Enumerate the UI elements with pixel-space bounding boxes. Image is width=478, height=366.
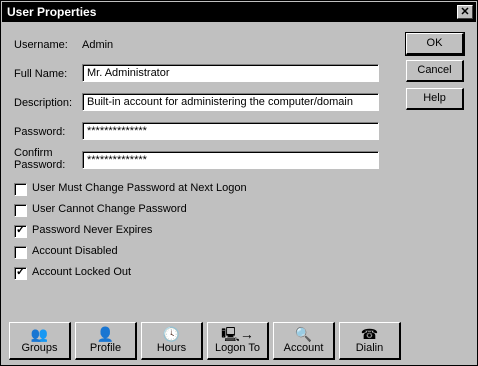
logon-to-icon: 🖳→ bbox=[221, 326, 254, 342]
profile-icon: 👤 bbox=[96, 326, 115, 342]
dialog-title: User Properties bbox=[7, 5, 97, 19]
clock-icon: 🕓 bbox=[162, 326, 181, 342]
checkmark-icon: ✓ bbox=[16, 266, 26, 278]
fullname-label: Full Name: bbox=[14, 68, 68, 80]
account-button-label: Account bbox=[283, 342, 324, 354]
profile-button[interactable]: 👤 Profile bbox=[75, 322, 137, 360]
option-label: Account Disabled bbox=[32, 245, 118, 257]
hours-button[interactable]: 🕓 Hours bbox=[141, 322, 203, 360]
logon-to-button-label: Logon To bbox=[214, 342, 261, 354]
profile-button-label: Profile bbox=[89, 342, 122, 354]
logon-to-button[interactable]: 🖳→ Logon To bbox=[207, 322, 269, 360]
password-value: ************** bbox=[87, 125, 147, 137]
user-properties-dialog: User Properties ✕ Username: Admin Full N… bbox=[0, 0, 478, 366]
username-label: Username: bbox=[14, 39, 68, 51]
confirm-label-line2: Password: bbox=[14, 159, 66, 171]
close-icon: ✕ bbox=[460, 6, 470, 18]
description-label: Description: bbox=[14, 97, 73, 109]
checkbox-account-disabled[interactable] bbox=[14, 246, 27, 259]
cancel-button[interactable]: Cancel bbox=[406, 60, 464, 82]
password-field[interactable]: ************** bbox=[82, 122, 379, 140]
dialin-button-label: Dialin bbox=[355, 342, 384, 354]
title-bar[interactable]: User Properties ✕ bbox=[2, 2, 476, 22]
description-field[interactable]: Built-in account for administering the c… bbox=[82, 93, 379, 111]
ok-button[interactable]: OK bbox=[405, 32, 465, 56]
confirm-password-value: ************** bbox=[87, 154, 147, 166]
description-value: Built-in account for administering the c… bbox=[87, 96, 353, 108]
option-label: User Cannot Change Password bbox=[32, 203, 187, 215]
account-button[interactable]: 🔍 Account bbox=[273, 322, 335, 360]
checkmark-icon: ✓ bbox=[16, 224, 26, 236]
dialin-icon: ☎ bbox=[360, 326, 379, 342]
groups-icon: 👥 bbox=[30, 326, 49, 342]
option-label: User Must Change Password at Next Logon bbox=[32, 182, 247, 194]
confirm-password-field[interactable]: ************** bbox=[82, 151, 379, 169]
help-button[interactable]: Help bbox=[406, 88, 464, 110]
username-value: Admin bbox=[82, 39, 114, 51]
option-label: Account Locked Out bbox=[32, 266, 132, 278]
checkbox-must-change-password[interactable] bbox=[14, 183, 27, 196]
fullname-value: Mr. Administrator bbox=[87, 67, 170, 79]
fullname-field[interactable]: Mr. Administrator bbox=[82, 64, 379, 82]
option-label: Password Never Expires bbox=[32, 224, 153, 236]
password-label: Password: bbox=[14, 126, 66, 138]
dialin-button[interactable]: ☎ Dialin bbox=[339, 322, 401, 360]
close-button[interactable]: ✕ bbox=[457, 5, 473, 19]
checkbox-cannot-change-password[interactable] bbox=[14, 204, 27, 217]
hours-button-label: Hours bbox=[156, 342, 187, 354]
account-icon: 🔍 bbox=[294, 326, 313, 342]
checkbox-account-locked-out[interactable]: ✓ bbox=[14, 266, 27, 280]
groups-button-label: Groups bbox=[21, 342, 58, 354]
checkbox-password-never-expires[interactable]: ✓ bbox=[14, 224, 27, 238]
groups-button[interactable]: 👥 Groups bbox=[9, 322, 71, 360]
